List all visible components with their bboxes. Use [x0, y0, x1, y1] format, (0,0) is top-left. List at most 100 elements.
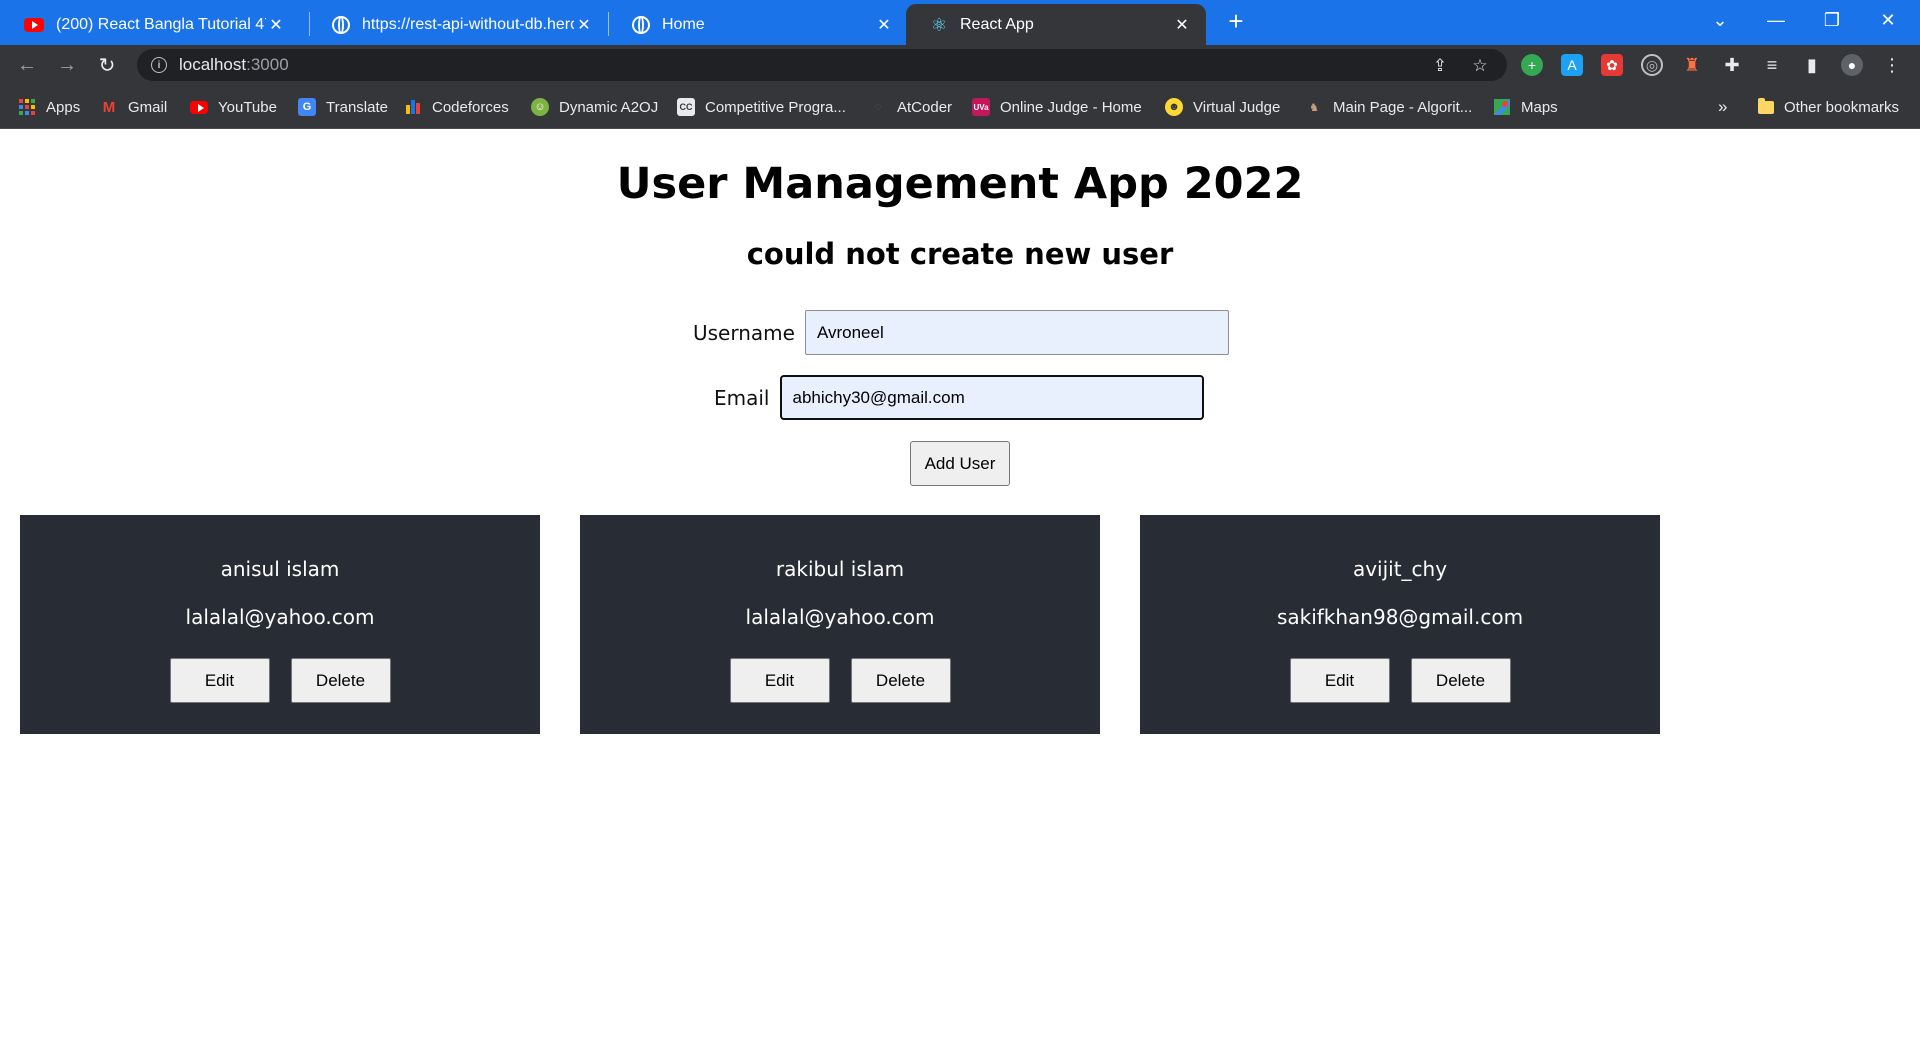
bookmark-label: Gmail	[128, 98, 168, 116]
reload-icon[interactable]: ↻	[93, 51, 121, 79]
menu-kebab-icon[interactable]: ⋮	[1881, 54, 1903, 76]
tab-search-chevron-icon[interactable]: ⌄	[1692, 0, 1748, 40]
globe-icon	[332, 15, 350, 34]
user-card-list: anisul islam lalalal@yahoo.com Edit Dele…	[20, 515, 1660, 734]
extension-red-icon[interactable]: ✿	[1601, 54, 1623, 76]
bookmark-label: Virtual Judge	[1193, 98, 1281, 116]
delete-button[interactable]: Delete	[290, 658, 391, 703]
delete-button[interactable]: Delete	[1410, 658, 1511, 703]
new-tab-button[interactable]: +	[1222, 8, 1250, 36]
username-input[interactable]	[804, 310, 1229, 355]
extension-orange-icon[interactable]: ♜	[1681, 54, 1703, 76]
reading-list-icon[interactable]: ≡	[1761, 54, 1783, 76]
user-card: avijit_chy sakifkhan98@gmail.com Edit De…	[1140, 515, 1660, 734]
bookmark-gmail[interactable]: M Gmail	[100, 95, 167, 119]
edit-button[interactable]: Edit	[169, 658, 270, 703]
bookmark-label: Online Judge - Home	[1000, 98, 1142, 116]
other-bookmarks-folder[interactable]: Other bookmarks	[1758, 95, 1899, 119]
bookmark-label: Main Page - Algorit...	[1333, 98, 1473, 116]
email-input[interactable]	[779, 375, 1204, 420]
close-icon[interactable]: ✕	[266, 15, 286, 35]
cc-icon: CC	[677, 98, 695, 116]
forward-icon[interactable]: →	[53, 51, 81, 79]
bookmark-virtual-judge[interactable]: ☻ Virtual Judge	[1165, 95, 1280, 119]
tab-title: (200) React Bangla Tutorial 47 : h	[56, 15, 266, 33]
bookmarks-overflow-chevron[interactable]: »	[1718, 95, 1727, 119]
email-row: Email	[714, 375, 1204, 420]
apps-grid-icon	[18, 98, 36, 116]
tab-home[interactable]: Home ✕	[608, 4, 908, 45]
page-content: User Management App 2022 could not creat…	[0, 129, 1920, 1050]
bookmark-a2oj[interactable]: ☺ Dynamic A2OJ	[531, 95, 658, 119]
atcoder-icon: ◌	[874, 101, 882, 113]
status-message: could not create new user	[746, 237, 1174, 271]
back-icon[interactable]: ←	[13, 51, 41, 79]
share-icon[interactable]: ⇪	[1429, 55, 1451, 77]
profile-avatar[interactable]: ●	[1841, 54, 1863, 76]
youtube-icon	[24, 17, 44, 32]
react-icon: ⚛	[930, 14, 948, 35]
edit-button[interactable]: Edit	[1289, 658, 1390, 703]
delete-button[interactable]: Delete	[850, 658, 951, 703]
close-icon[interactable]: ✕	[1172, 15, 1192, 35]
bookmark-youtube[interactable]: YouTube	[190, 95, 277, 119]
translate-icon: G	[298, 98, 316, 116]
restore-icon[interactable]: ❐	[1804, 0, 1860, 40]
tab-youtube[interactable]: (200) React Bangla Tutorial 47 : h ✕	[0, 4, 300, 45]
tab-title: React App	[960, 15, 1034, 33]
bookmark-translate[interactable]: G Translate	[298, 95, 388, 119]
bookmark-algorithms[interactable]: ♞ Main Page - Algorit...	[1305, 95, 1472, 119]
user-name: rakibul islam	[775, 557, 905, 581]
side-panel-icon[interactable]: ▮	[1801, 54, 1823, 76]
edit-button[interactable]: Edit	[729, 658, 830, 703]
username-row: Username	[693, 310, 1229, 355]
bookmarks-bar: Apps M Gmail YouTube G Translate Codefor…	[0, 85, 1920, 129]
uva-icon: UVa	[972, 98, 990, 116]
bookmark-maps[interactable]: Maps	[1493, 95, 1558, 119]
url-host: localhost	[179, 55, 247, 74]
url-port: :3000	[246, 55, 289, 74]
tab-strip: (200) React Bangla Tutorial 47 : h ✕ htt…	[0, 0, 1920, 45]
bookmark-online-judge[interactable]: UVa Online Judge - Home	[972, 95, 1142, 119]
bookmark-label: Translate	[326, 98, 388, 116]
codeforces-icon	[404, 98, 422, 116]
extension-appstore-icon[interactable]: A	[1561, 54, 1583, 76]
extensions-puzzle-icon[interactable]: ✚	[1721, 54, 1743, 76]
bookmark-label: AtCoder	[897, 98, 953, 116]
page-title: User Management App 2022	[616, 159, 1304, 209]
card-actions: Edit Delete	[20, 658, 540, 703]
tab-rest-api[interactable]: https://rest-api-without-db.herok ✕	[308, 4, 608, 45]
tab-title: https://rest-api-without-db.herok	[362, 15, 574, 33]
username-label: Username	[693, 320, 795, 345]
a2oj-icon: ☺	[531, 98, 549, 116]
user-name: avijit_chy	[1352, 557, 1448, 581]
minimize-icon[interactable]: —	[1748, 0, 1804, 40]
add-user-button[interactable]: Add User	[910, 441, 1010, 486]
maps-icon	[1493, 98, 1511, 116]
browser-toolbar: ← → ↻ i localhost:3000 ⇪ ☆ + A ✿ ◎ ♜ ✚ ≡…	[0, 45, 1920, 85]
window-close-icon[interactable]: ✕	[1860, 0, 1916, 40]
bookmark-codeforces[interactable]: Codeforces	[404, 95, 509, 119]
email-label: Email	[714, 385, 770, 410]
close-icon[interactable]: ✕	[874, 15, 894, 35]
globe-icon	[632, 15, 650, 34]
bookmark-label: Maps	[1521, 98, 1558, 116]
bookmark-label: YouTube	[218, 98, 277, 116]
card-actions: Edit Delete	[580, 658, 1100, 703]
bookmark-label: Apps	[46, 98, 81, 116]
info-icon[interactable]: i	[151, 57, 167, 73]
tab-react-app[interactable]: ⚛ React App ✕	[906, 4, 1206, 45]
bookmark-label: Dynamic A2OJ	[559, 98, 659, 116]
tab-title: Home	[662, 15, 705, 33]
address-bar[interactable]: i localhost:3000 ⇪ ☆	[137, 49, 1507, 81]
gmail-icon: M	[102, 98, 116, 116]
bookmark-apps[interactable]: Apps	[18, 95, 80, 119]
bookmark-star-icon[interactable]: ☆	[1469, 55, 1491, 77]
extension-green-plus-icon[interactable]: +	[1521, 54, 1543, 76]
user-name: anisul islam	[220, 557, 340, 581]
close-icon[interactable]: ✕	[574, 15, 594, 35]
bookmark-atcoder[interactable]: ◌ AtCoder	[869, 95, 952, 119]
extension-target-icon[interactable]: ◎	[1641, 54, 1663, 76]
bookmark-competitive-programming[interactable]: CC Competitive Progra...	[677, 95, 846, 119]
bookmark-label: Codeforces	[432, 98, 509, 116]
